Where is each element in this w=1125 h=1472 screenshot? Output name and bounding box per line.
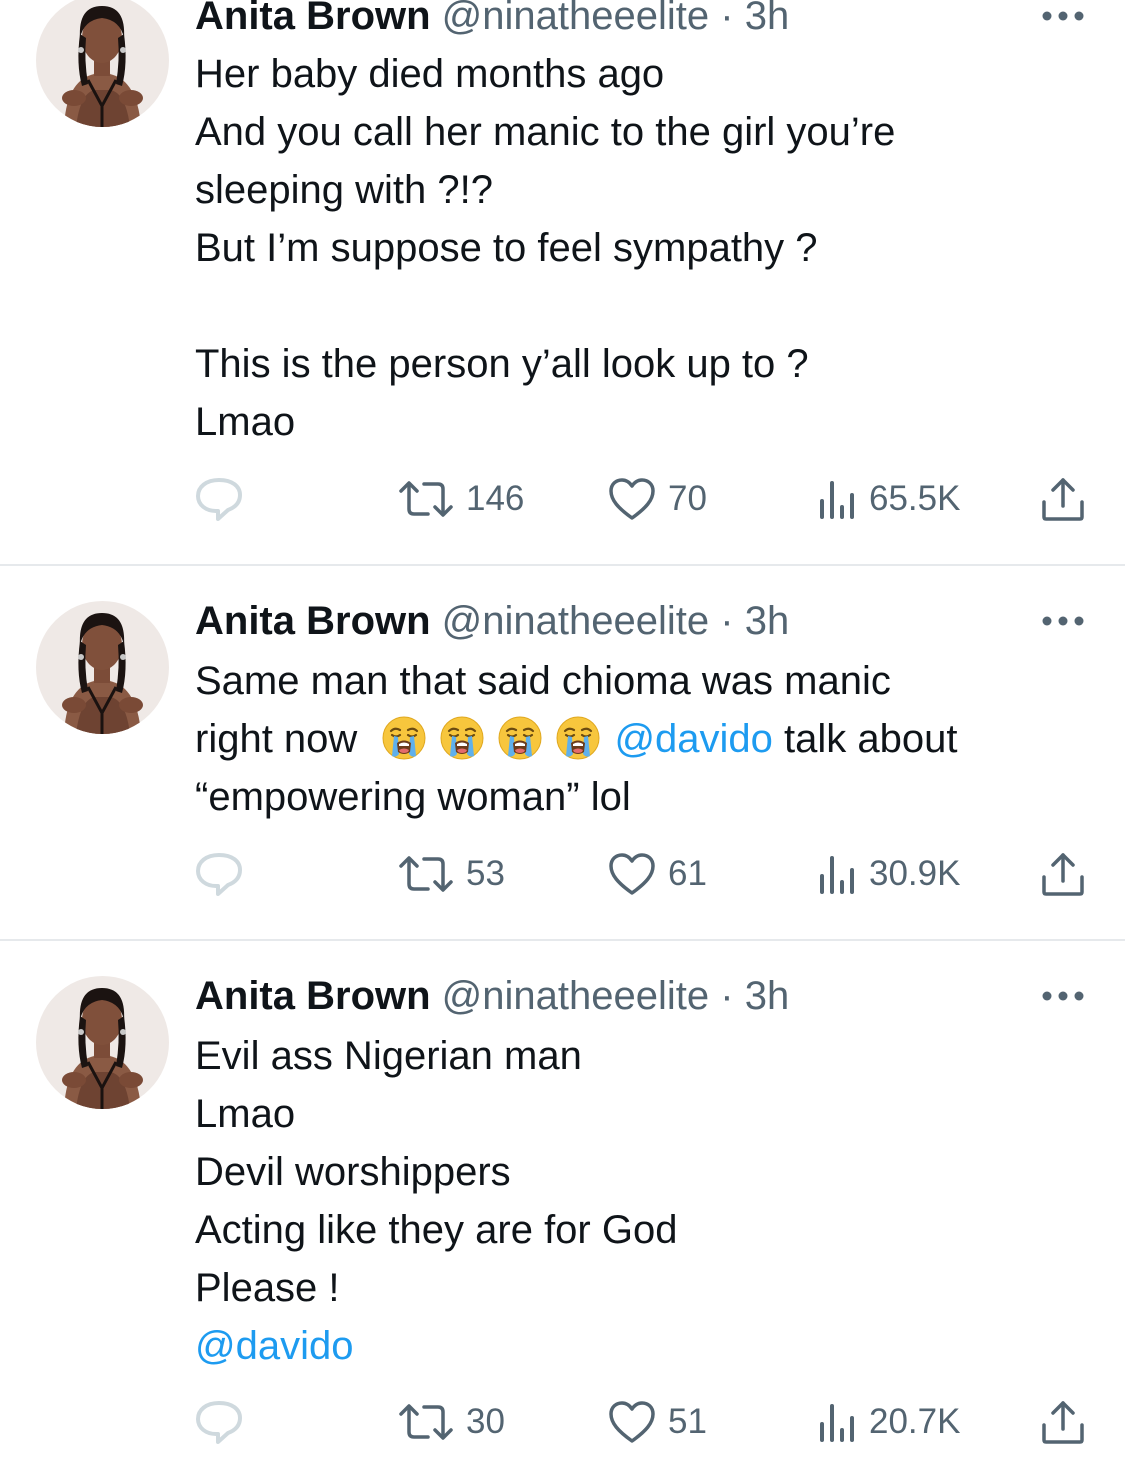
tweet-line: sleeping with ?!? [195,168,493,212]
views-count: 65.5K [869,479,961,518]
tweet-line: Same man that said chioma was manic [195,659,891,703]
separator: · [720,974,734,1018]
tweet-line: This is the person y’all look up to ? [195,342,809,386]
tweet-line: Please ! [195,1266,340,1310]
text-segment: talk about [772,717,958,761]
reply-icon [196,478,242,521]
tweet-header: Anita Brown @ninatheeelite · 3h [195,0,789,39]
loudly-crying-face-emoji [556,716,600,760]
more-icon[interactable] [1040,615,1086,627]
tweet[interactable]: Anita Brown @ninatheeelite · 3h Evil ass… [0,941,1125,1472]
like-icon [609,1401,655,1443]
timestamp[interactable]: 3h [745,0,790,38]
views-count: 20.7K [869,1402,961,1441]
retweet-count: 146 [466,479,525,518]
avatar-image [36,976,169,1109]
author-handle[interactable]: @ninatheeelite [442,599,709,643]
tweet-line: Lmao [195,400,296,444]
tweet-header: Anita Brown @ninatheeelite · 3h [195,598,789,644]
views-button[interactable]: 65.5K [817,474,960,524]
retweet-icon [399,856,453,892]
avatar-image [36,601,169,734]
share-button[interactable] [1040,849,1086,899]
share-icon [1042,478,1084,521]
author-name[interactable]: Anita Brown [195,974,431,1018]
tweet-line: right now @davido talk about [195,710,1095,768]
loudly-crying-face-emoji [382,716,426,760]
avatar[interactable] [36,976,169,1109]
like-count: 51 [668,1402,707,1441]
action-bar: 30 51 20.7K [0,1397,1125,1447]
like-button[interactable]: 51 [608,1397,707,1447]
text-segment: right now [195,717,358,761]
avatar-image [36,0,169,127]
mention-link[interactable]: @davido [614,717,772,761]
tweet-text: Evil ass Nigerian man Lmao Devil worship… [195,1027,1095,1375]
author-name[interactable]: Anita Brown [195,599,431,643]
loudly-crying-face-emoji [440,716,484,760]
views-button[interactable]: 20.7K [817,1397,960,1447]
avatar[interactable] [36,601,169,734]
tweet[interactable]: Anita Brown @ninatheeelite · 3h Her baby… [0,0,1125,565]
loudly-crying-face-emoji [498,716,542,760]
tweet-header: Anita Brown @ninatheeelite · 3h [195,973,789,1019]
mention-link[interactable]: @davido [195,1317,1095,1375]
more-icon[interactable] [1040,10,1086,22]
like-icon [609,853,655,895]
author-handle[interactable]: @ninatheeelite [442,974,709,1018]
separator: · [720,0,734,38]
retweet-button[interactable]: 146 [398,474,524,524]
like-icon [609,478,655,520]
timestamp[interactable]: 3h [745,599,790,643]
tweet-text: Her baby died months ago And you call he… [195,45,1095,451]
like-button[interactable]: 61 [608,849,707,899]
tweet-line: Her baby died months ago [195,52,665,96]
share-button[interactable] [1040,1397,1086,1447]
retweet-icon [399,481,453,517]
separator: · [720,599,734,643]
views-icon [820,856,854,894]
reply-icon [196,1401,242,1444]
tweet-text: Same man that said chioma was manic righ… [195,652,1095,826]
tweet-line: Acting like they are for God [195,1208,678,1252]
action-bar: 146 70 65.5K [0,474,1125,524]
retweet-count: 30 [466,1402,505,1441]
views-button[interactable]: 30.9K [817,849,960,899]
tweet-line: And you call her manic to the girl you’r… [195,110,896,154]
views-icon [820,1404,854,1442]
tweet-line: Evil ass Nigerian man [195,1034,582,1078]
reply-icon [196,853,242,896]
reply-button[interactable] [195,1397,243,1447]
tweet[interactable]: Anita Brown @ninatheeelite · 3h Same man… [0,566,1125,940]
like-count: 70 [668,479,707,518]
views-icon [820,481,854,519]
tweet-line: But I’m suppose to feel sympathy ? [195,226,818,270]
more-icon[interactable] [1040,990,1086,1002]
reply-button[interactable] [195,849,243,899]
timestamp[interactable]: 3h [745,974,790,1018]
tweet-line: Lmao [195,1092,296,1136]
views-count: 30.9K [869,854,961,893]
tweet-line: “empowering woman” lol [195,775,631,819]
like-count: 61 [668,854,707,893]
author-name[interactable]: Anita Brown [195,0,431,38]
retweet-button[interactable]: 53 [398,849,505,899]
reply-button[interactable] [195,474,243,524]
avatar[interactable] [36,0,169,127]
retweet-count: 53 [466,854,505,893]
action-bar: 53 61 30.9K [0,849,1125,899]
author-handle[interactable]: @ninatheeelite [442,0,709,38]
retweet-button[interactable]: 30 [398,1397,505,1447]
share-button[interactable] [1040,474,1086,524]
share-icon [1042,853,1084,896]
share-icon [1042,1401,1084,1444]
retweet-icon [399,1404,453,1440]
tweet-line: Devil worshippers [195,1150,511,1194]
like-button[interactable]: 70 [608,474,707,524]
